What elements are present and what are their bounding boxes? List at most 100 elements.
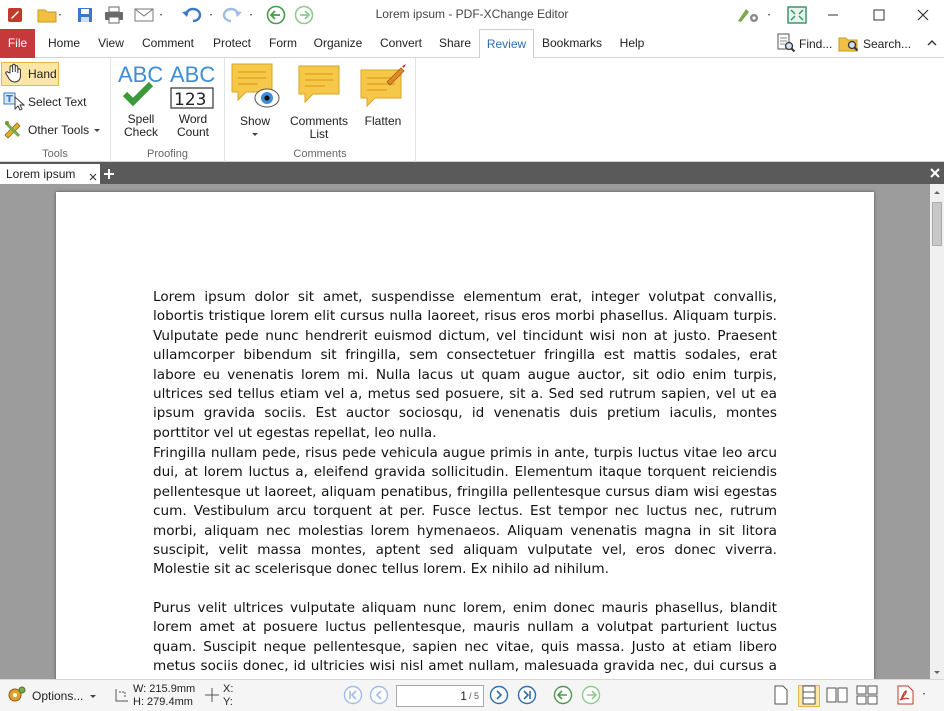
scroll-thumb[interactable] [932,202,942,246]
document-viewer[interactable]: Lorem ipsum dolor sit amet, suspendisse … [0,184,930,682]
previous-page-icon [369,685,389,708]
search-icon [838,33,860,56]
tab-organize[interactable]: Organize [307,29,369,58]
search-button[interactable]: Search... [838,32,914,56]
back-view-button[interactable] [552,685,574,707]
single-page-view-button[interactable] [770,685,792,707]
file-menu[interactable]: File [0,29,35,58]
proofing-group-label: Proofing [147,148,188,160]
paragraph: Purus velit ultrices vulputate aliquam n… [153,600,777,682]
tab-help[interactable]: Help [612,29,652,58]
paragraph: Fringilla nullam pede, risus pede vehicu… [153,445,777,578]
minimize-button[interactable] [810,0,856,29]
svg-text:123: 123 [174,90,206,110]
collapse-ribbon-button[interactable] [926,32,942,56]
total-pages: / 5 [468,691,479,701]
back-icon[interactable] [264,4,288,26]
other-tools-label: Other Tools [28,123,90,137]
ribbon: Hand T Select Text Other Tools Tools ABC… [0,58,944,162]
tab-review[interactable]: Review [479,29,534,59]
first-page-icon [343,685,363,708]
comments-list-icon [293,60,345,115]
current-page: 1 [460,689,467,703]
select-text-button[interactable]: T Select Text [1,90,97,114]
show-comments-button[interactable]: Show [229,60,281,141]
last-page-icon [517,685,537,708]
flatten-icon [357,60,409,115]
gear-icon [6,685,28,708]
continuous-view-button[interactable] [798,685,820,707]
maximize-button[interactable] [856,0,902,29]
vertical-scrollbar[interactable] [930,184,944,679]
comments-group: Show Comments List Flatten Comments [225,58,416,162]
spell-check-label: Spell Check [123,112,158,139]
flatten-button[interactable]: Flatten [355,60,411,128]
page-size-icon [114,687,130,706]
page-number-field[interactable]: 1 / 5 [396,685,484,707]
save-icon[interactable] [74,4,96,26]
search-label: Search... [863,37,912,51]
print-icon[interactable] [102,4,126,26]
app-icon[interactable] [4,4,26,26]
status-bar: Options... W: 215.9mm H: 279.4mm X: Y: 1… [0,679,944,711]
comments-list-label: Comments List [289,114,348,141]
show-label: Show [239,114,271,128]
continuous-facing-view-button[interactable] [856,685,878,707]
pdf-options-button[interactable] [894,685,930,707]
pdf-page[interactable]: Lorem ipsum dolor sit amet, suspendisse … [56,192,874,682]
hand-icon [4,63,24,86]
close-all-tabs-button[interactable] [928,166,942,180]
facing-view-button[interactable] [826,685,848,707]
tab-form[interactable]: Form [263,29,303,58]
last-page-button[interactable] [516,685,538,707]
forward-view-button[interactable] [580,685,602,707]
spell-check-button[interactable]: ABC Spell Check [117,60,165,139]
next-page-button[interactable] [488,685,510,707]
menu-bar: File Home View Comment Protect Form Orga… [0,29,944,59]
tab-home[interactable]: Home [41,29,87,58]
tab-bookmarks[interactable]: Bookmarks [538,29,606,58]
first-page-button[interactable] [342,685,364,707]
other-tools-icon [3,119,25,142]
previous-page-button[interactable] [368,685,390,707]
document-tab-label: Lorem ipsum [6,167,76,181]
scroll-down-button[interactable] [930,665,944,679]
fullscreen-icon[interactable] [786,4,808,26]
svg-text:T: T [6,94,13,105]
spell-check-icon: ABC [117,60,165,113]
find-label: Find... [799,37,833,51]
email-icon[interactable] [130,4,168,26]
forward-icon[interactable] [292,4,316,26]
tab-convert[interactable]: Convert [373,29,429,58]
open-icon[interactable] [34,4,66,26]
coordinate-values: X: Y: [223,683,233,709]
close-window-button[interactable] [900,0,944,29]
ui-options-icon[interactable] [732,4,776,26]
redo-icon[interactable] [218,4,256,26]
find-button[interactable]: Find... [776,32,836,56]
tab-share[interactable]: Share [433,29,477,58]
scroll-up-button[interactable] [930,184,944,198]
continuous-page-icon [801,685,817,708]
word-count-button[interactable]: ABC 123 Word Count [169,60,217,139]
undo-icon[interactable] [176,4,218,26]
word-count-icon: ABC 123 [169,60,217,113]
tab-view[interactable]: View [91,29,131,58]
close-icon [928,168,942,183]
facing-pages-icon [826,685,848,708]
document-tab-bar: Lorem ipsum [0,162,944,184]
other-tools-button[interactable]: Other Tools [1,118,105,142]
proofing-group: ABC Spell Check ABC 123 Word Count Proofi… [111,58,225,162]
new-tab-button[interactable] [102,167,116,181]
document-tab[interactable]: Lorem ipsum [0,164,100,184]
comments-list-button[interactable]: Comments List [287,60,351,141]
options-label: Options... [32,689,84,703]
comments-group-label: Comments [293,148,347,160]
tab-comment[interactable]: Comment [135,29,201,58]
find-icon [776,33,796,56]
tab-protect[interactable]: Protect [205,29,259,58]
options-button[interactable]: Options... [6,685,97,707]
tools-group: Hand T Select Text Other Tools Tools [0,58,111,162]
hand-tool-button[interactable]: Hand [1,62,59,86]
pdf-icon [895,685,929,708]
